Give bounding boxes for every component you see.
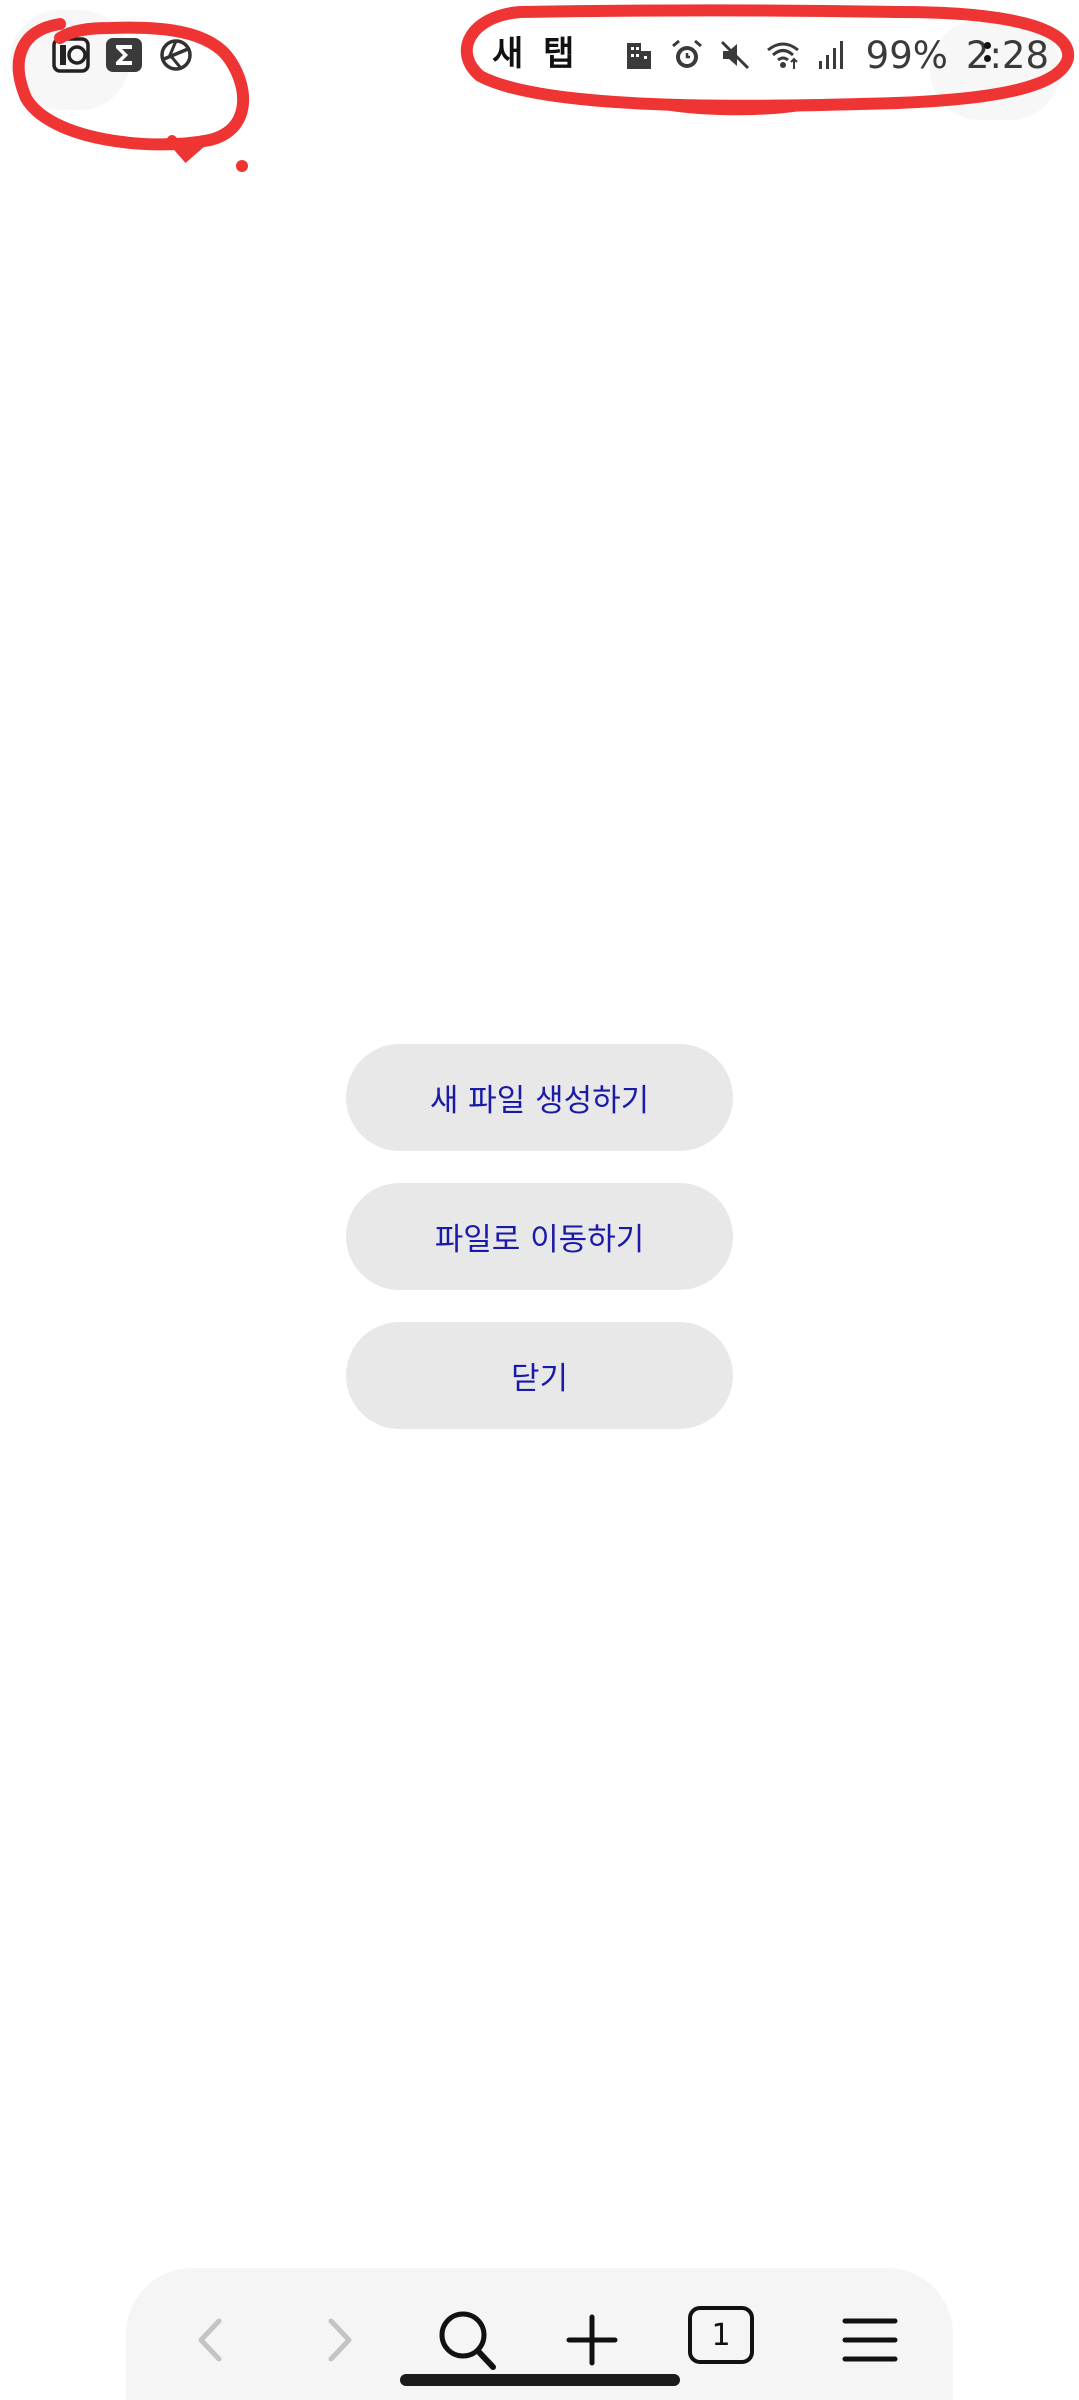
- close-button[interactable]: 닫기: [346, 1322, 733, 1429]
- battery-level: 99%: [865, 33, 948, 77]
- forward-icon[interactable]: [298, 2300, 378, 2380]
- menu-icon[interactable]: [830, 2300, 910, 2380]
- back-icon[interactable]: [172, 2300, 252, 2380]
- search-icon[interactable]: [428, 2300, 508, 2380]
- building-icon: [620, 36, 658, 74]
- home-indicator[interactable]: [400, 2374, 680, 2386]
- network-app-icon: [154, 33, 198, 77]
- status-bar-notifications: [50, 32, 198, 78]
- add-icon[interactable]: [552, 2300, 632, 2380]
- tabs-icon[interactable]: 1: [688, 2306, 754, 2364]
- sigma-app-icon: [102, 33, 146, 77]
- go-to-file-button[interactable]: 파일로 이동하기: [346, 1183, 733, 1290]
- alarm-icon: [668, 36, 706, 74]
- tab-title: 새 탭: [492, 34, 579, 74]
- mute-icon: [716, 36, 754, 74]
- new-file-button[interactable]: 새 파일 생성하기: [346, 1044, 733, 1151]
- clock: 2:28: [965, 33, 1049, 77]
- wifi-icon: [764, 36, 802, 74]
- more-options-icon[interactable]: [981, 42, 993, 76]
- file-action-menu: 새 파일 생성하기 파일로 이동하기 닫기: [346, 1044, 733, 1429]
- signal-icon: [812, 36, 850, 74]
- app-notification-icon: [50, 33, 94, 77]
